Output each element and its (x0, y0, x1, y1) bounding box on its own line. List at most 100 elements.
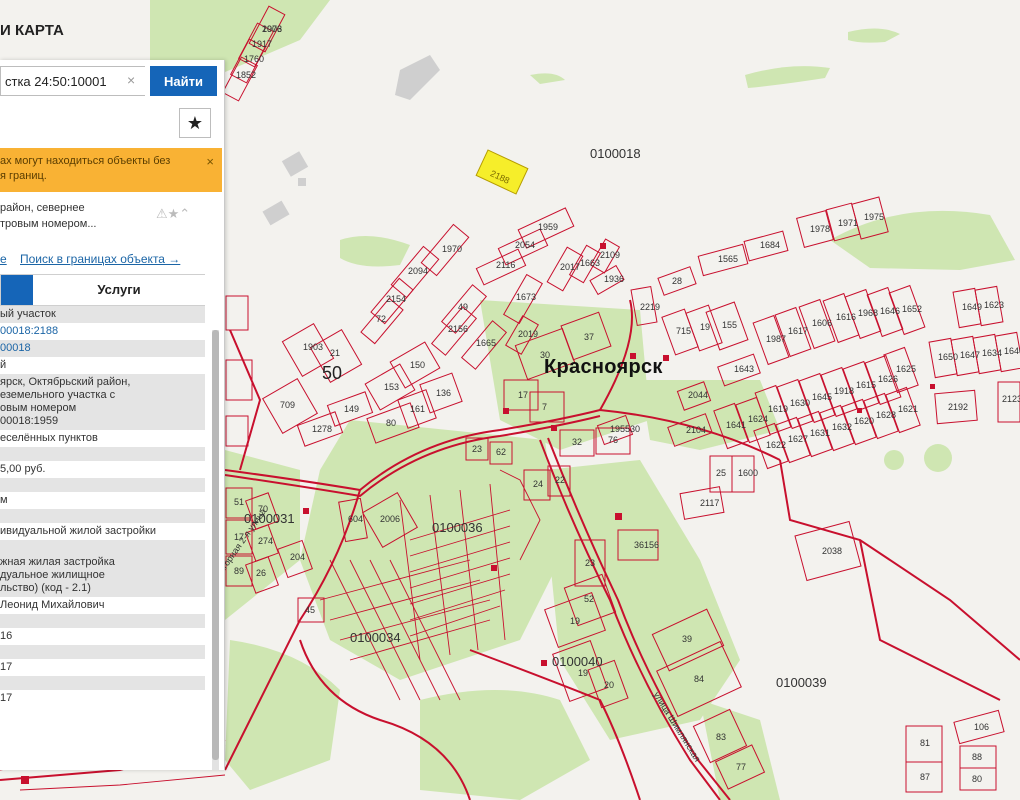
parcel-number: 83 (716, 732, 726, 742)
parcel-number: 1620 (854, 416, 874, 426)
attribute-row[interactable]: 00018 (0, 340, 205, 357)
object-action-icons[interactable]: ⚠★⌃ (156, 206, 190, 222)
parcel-number: 1278 (312, 424, 332, 434)
scrollbar-thumb[interactable] (212, 330, 219, 760)
parcel-number: 1640 (1004, 346, 1020, 356)
parcel-number: 1600 (738, 468, 758, 478)
parcel-number: 1987 (766, 334, 786, 344)
parcel-number: 1634 (982, 348, 1002, 358)
parcel-number: 19 (700, 322, 710, 332)
attribute-row: м (0, 494, 8, 506)
panel-scrollbar[interactable] (212, 330, 219, 770)
parcel-number: 19 (578, 668, 588, 678)
attribute-row: 17 (0, 661, 13, 673)
parcel-number: 20 (604, 680, 614, 690)
parcel-number: 2123 (1002, 394, 1020, 404)
search-bar: × Найти (0, 66, 222, 96)
parcel-number: 1645 (812, 392, 832, 402)
panel-tabs: Услуги (0, 274, 205, 306)
close-icon[interactable]: × (206, 154, 214, 169)
parcel-number: 7 (542, 402, 547, 412)
quarter-label-0100034: 0100034 (350, 630, 401, 645)
tab-services[interactable]: Услуги (33, 275, 205, 305)
attribute-row (0, 614, 205, 628)
parcel-number: 2104 (686, 425, 706, 435)
parcel-number: 1968 (858, 308, 878, 318)
attribute-row (0, 447, 205, 461)
parcel-number: 32 (572, 437, 582, 447)
clear-icon[interactable]: × (127, 72, 135, 88)
parcel-number: 1673 (516, 292, 536, 302)
parcel-number: 2017 (560, 262, 580, 272)
parcel-number: 1970 (442, 244, 462, 254)
attribute-row (0, 645, 205, 659)
parcel-number: 106 (974, 722, 989, 732)
parcel-number: 88 (972, 752, 982, 762)
attribute-row: жная жилая застройка дуальное жилищное л… (0, 554, 205, 597)
parcel-number: 1852 (236, 70, 256, 80)
parcel-number: 1625 (896, 364, 916, 374)
search-in-bounds-link[interactable]: Поиск в границах объекта → (20, 252, 180, 266)
tab-info[interactable] (1, 275, 33, 305)
parcel-number: 153 (384, 382, 399, 392)
object-links: е Поиск в границах объекта → (0, 252, 210, 266)
attribute-row: ярск, Октябрьский район, еземельного уча… (0, 374, 205, 430)
attribute-row: й (0, 359, 7, 371)
warning-text: ах могут находиться объекты без я границ… (0, 155, 171, 182)
parcel-number: 51 (234, 497, 244, 507)
search-button[interactable]: Найти (150, 66, 217, 96)
parcel-number: 2156 (448, 324, 468, 334)
parcel-number: 2094 (408, 266, 428, 276)
attribute-row (0, 478, 205, 492)
parcel-number: 2117 (700, 498, 719, 508)
parcel-number: 2019 (518, 329, 538, 339)
parcel-number: 77 (736, 762, 746, 772)
parcel-number: 22 (555, 475, 565, 485)
parcel-number: 39 (682, 634, 692, 644)
parcel-number: 23 (472, 444, 482, 454)
parcel-number: 36156 (634, 540, 659, 550)
parcel-number: 2219 (640, 302, 660, 312)
parcel-number: 136 (436, 388, 451, 398)
parcel-number: 21 (330, 348, 340, 358)
parcel-number: 1628 (876, 410, 896, 420)
parcel-number: 2044 (688, 390, 708, 400)
parcel-number: 1646 (880, 306, 900, 316)
parcel-number: 1971 (838, 218, 858, 228)
parcel-number: 1617 (788, 326, 808, 336)
parcel-number: 150 (410, 360, 425, 370)
parcel-number: 1641 (726, 420, 746, 430)
parcel-number: 1624 (748, 414, 768, 424)
parcel-number: 1665 (476, 338, 496, 348)
favorite-star-icon[interactable]: ★ (179, 108, 211, 138)
parcel-number: 195530 (610, 424, 640, 434)
parcel-number: 80 (972, 774, 982, 784)
parcel-number: 1652 (902, 304, 922, 314)
attribute-row (0, 540, 205, 554)
attribute-row: 5,00 руб. (0, 463, 46, 475)
parcel-number: 87 (920, 772, 930, 782)
parcel-number: 76 (608, 435, 618, 445)
buildings (262, 55, 440, 226)
attribute-row[interactable]: 00018:2188 (0, 323, 205, 340)
parcel-number: 604 (348, 514, 363, 524)
attribute-row (0, 676, 205, 690)
parcel-number: 1630 (790, 398, 810, 408)
parcel-number: 1623 (984, 300, 1004, 310)
info-panel: × Найти ★ ах могут находиться объекты бе… (0, 60, 225, 770)
quarter-label-0100040: 0100040 (552, 654, 603, 669)
parcel-number: 17 (518, 390, 528, 400)
parcel-number: 1649 (962, 302, 982, 312)
district-label: 50 (322, 363, 343, 383)
parcel-number: 1975 (864, 212, 884, 222)
parcel-number: 23 (585, 558, 595, 568)
object-link-left[interactable]: е (0, 252, 7, 266)
parcel-number: 1621 (898, 404, 918, 414)
parcel-number: 2154 (386, 294, 406, 304)
parcel-number: 28 (672, 276, 682, 286)
parcel-number: 1565 (718, 254, 738, 264)
parcel-number: 26 (256, 568, 266, 578)
parcel-number: 72 (376, 314, 386, 324)
search-input[interactable] (0, 66, 145, 96)
parcel-number: 80 (386, 418, 396, 428)
